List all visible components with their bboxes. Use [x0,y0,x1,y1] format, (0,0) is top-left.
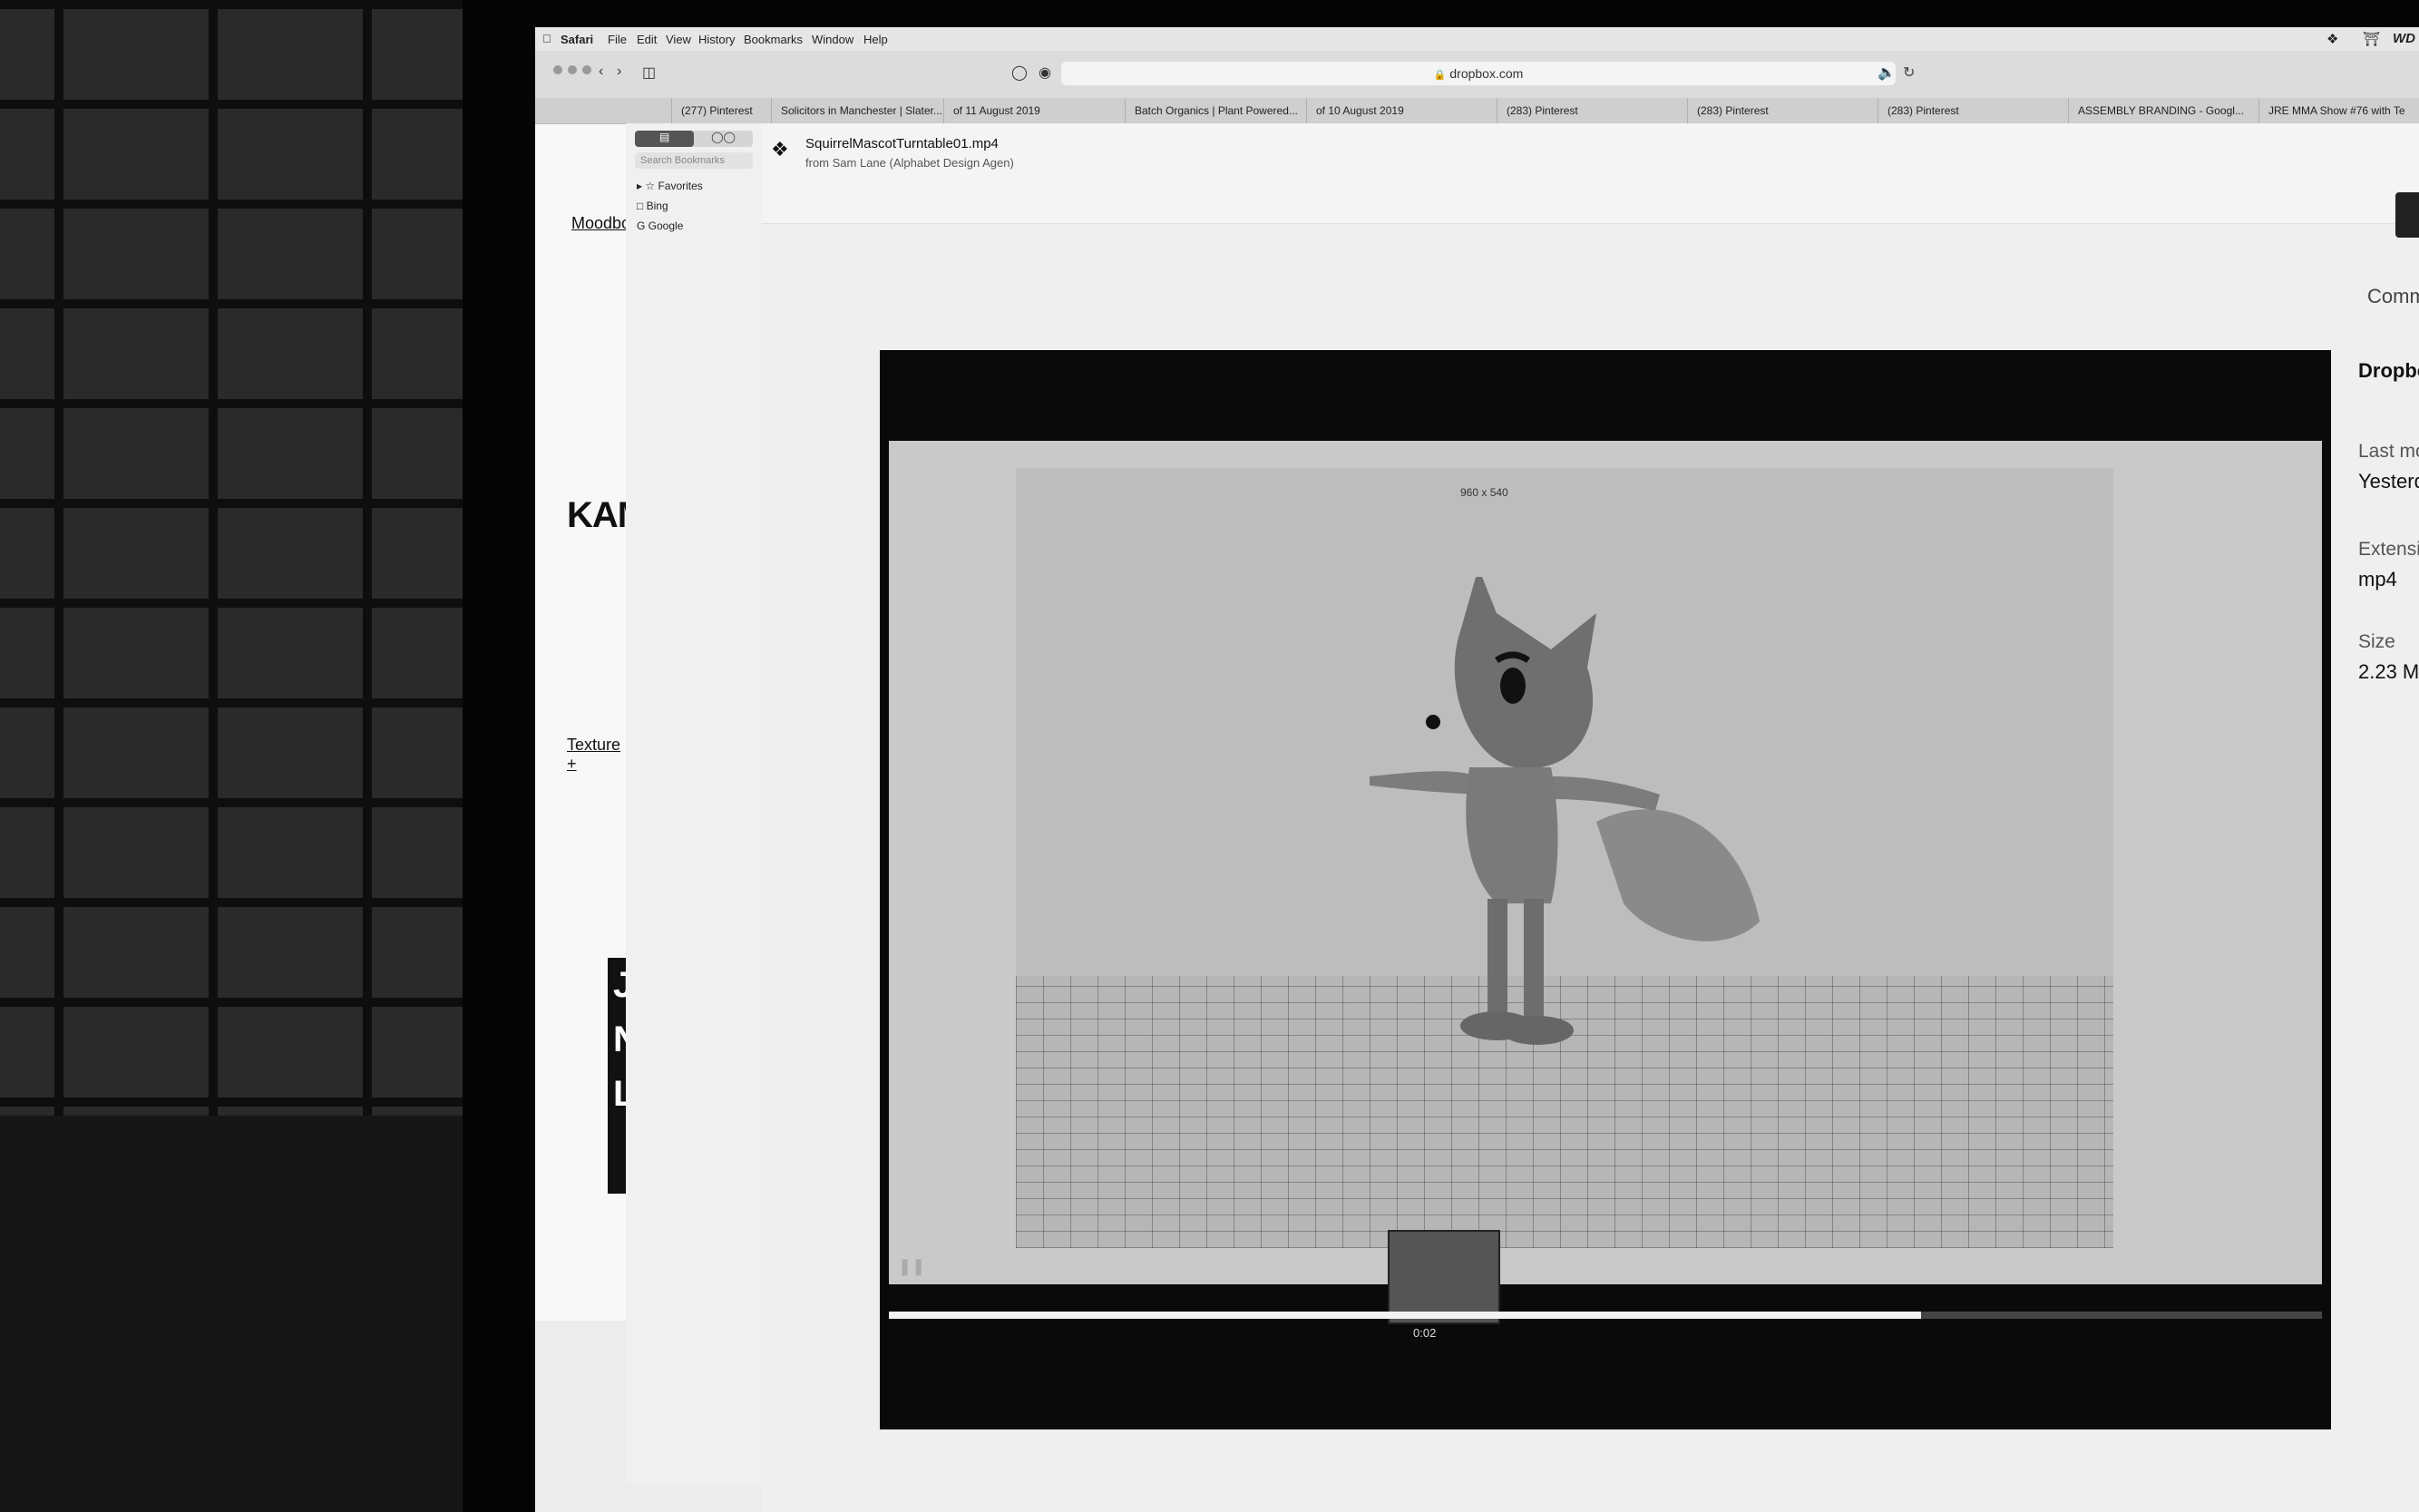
preview-header: ❖ SquirrelMascotTurntable01.mp4 from Sam… [762,123,2419,238]
sidebar-item-label: Bing [646,200,668,212]
close-window-button[interactable] [553,65,562,74]
scrub-time-label: 0:02 [1413,1326,1437,1340]
lock-icon: 🔒 [1433,70,1447,81]
extension-value: mp4 [2358,568,2397,590]
bookmarks-search-input[interactable]: Search Bookmarks [635,152,753,169]
speaker-icon[interactable]: 🔈 [1878,63,1896,82]
size-label: Size [2358,631,2395,652]
menu-app[interactable]: Safari [561,33,593,46]
reload-icon[interactable]: ↻ [1903,63,1915,82]
extension-label: Extension [2358,539,2419,560]
video-player[interactable]: 960 x 540 ❚❚ 0:02 [880,350,2331,1429]
tab-august-11[interactable]: of 11 August 2019 [943,98,1126,123]
menu-view[interactable]: View [666,33,691,46]
bookmarks-sidebar: ▤ ◯◯ Search Bookmarks ▸ ☆ Favorites □ Bi… [626,123,763,1484]
wd-drive-icon[interactable]: WD [2393,31,2415,46]
tab-pinterest-4[interactable]: (283) Pinterest [1878,98,2069,123]
monitor-screen:  Safari File Edit View History Bookmark… [535,27,2419,1512]
sidebar-segmented-control: ▤ ◯◯ [635,131,753,147]
sidebar-item-label: Google [648,219,684,232]
details-title: Dropbox [2358,359,2419,382]
file-name: SquirrelMascotTurntable01.mp4 [805,136,999,151]
back-arrow-icon[interactable]: ‹ [599,63,603,80]
last-modified-label: Last modi [2358,441,2419,462]
reader-icon[interactable]: ◯ [1011,63,1028,82]
moodboard-window: Moodboard KAM Texture + JUNGLI [535,51,686,1321]
menu-history[interactable]: History [698,33,735,46]
resolution-label: 960 x 540 [1460,486,1508,499]
bookmarks-tab-icon[interactable]: ▤ [635,131,694,147]
file-sender: from Sam Lane (Alphabet Design Agen) [805,156,1014,170]
video-progress-bar[interactable] [889,1312,2322,1319]
zoom-window-button[interactable] [582,65,591,74]
tab-pinterest-1[interactable]: (277) Pinterest [671,98,772,123]
brick-wall-background [0,0,508,1252]
menu-help[interactable]: Help [863,33,888,46]
menu-file[interactable]: File [608,33,627,46]
privacy-icon[interactable]: ◉ [1039,63,1051,82]
url-text: dropbox.com [1449,66,1524,81]
menu-bar:  Safari File Edit View History Bookmark… [535,27,2419,52]
shield-icon[interactable]: ⛩ [2363,31,2380,47]
reading-list-tab-icon[interactable]: ◯◯ [694,131,753,147]
sidebar-toggle-icon[interactable]: ◫ [642,63,656,82]
video-frame: 960 x 540 [889,441,2322,1284]
comments-tab[interactable]: Commen [2367,285,2419,308]
squirrel-mascot-render [1370,577,1760,1045]
dropbox-preview-page: ❖ SquirrelMascotTurntable01.mp4 from Sam… [762,123,2419,1512]
sidebar-item-bing[interactable]: □ Bing [637,200,668,212]
tab-pinterest-3[interactable]: (283) Pinterest [1687,98,1878,123]
dropbox-status-icon[interactable]: ❖ [2326,31,2338,47]
address-bar[interactable]: 🔒 dropbox.com [1061,62,1896,85]
scrub-thumbnail [1388,1230,1500,1324]
sidebar-item-google[interactable]: G Google [637,219,683,232]
tab-bar: (277) Pinterest Solicitors in Manchester… [535,98,2419,124]
last-modified-value: Yesterday, [2358,470,2419,493]
sidebar-item-favorites[interactable]: ▸ ☆ Favorites [637,180,703,192]
tab-pinterest-2[interactable]: (283) Pinterest [1497,98,1688,123]
video-progress-fill [889,1312,1921,1319]
texture-link[interactable]: Texture + [567,736,626,774]
sidebar-item-label: Favorites [658,180,703,192]
tab-august-10[interactable]: of 10 August 2019 [1306,98,1497,123]
minimize-window-button[interactable] [568,65,577,74]
menu-edit[interactable]: Edit [637,33,657,46]
share-button[interactable] [2395,192,2419,238]
tab-jre-mma[interactable]: JRE MMA Show #76 with Te [2258,98,2419,123]
tab-assembly-branding[interactable]: ASSEMBLY BRANDING - Googl... [2068,98,2259,123]
apple-icon[interactable]:  [542,32,551,45]
forward-arrow-icon[interactable]: › [617,63,621,80]
dropbox-logo-icon[interactable]: ❖ [771,138,789,161]
tab-solicitors[interactable]: Solicitors in Manchester | Slater... [771,98,944,123]
pause-icon[interactable]: ❚❚ [898,1257,925,1276]
menu-bookmarks[interactable]: Bookmarks [744,33,803,46]
menu-window[interactable]: Window [812,33,853,46]
tab-batch-organics[interactable]: Batch Organics | Plant Powered... [1125,98,1307,123]
size-value: 2.23 MB [2358,660,2419,683]
